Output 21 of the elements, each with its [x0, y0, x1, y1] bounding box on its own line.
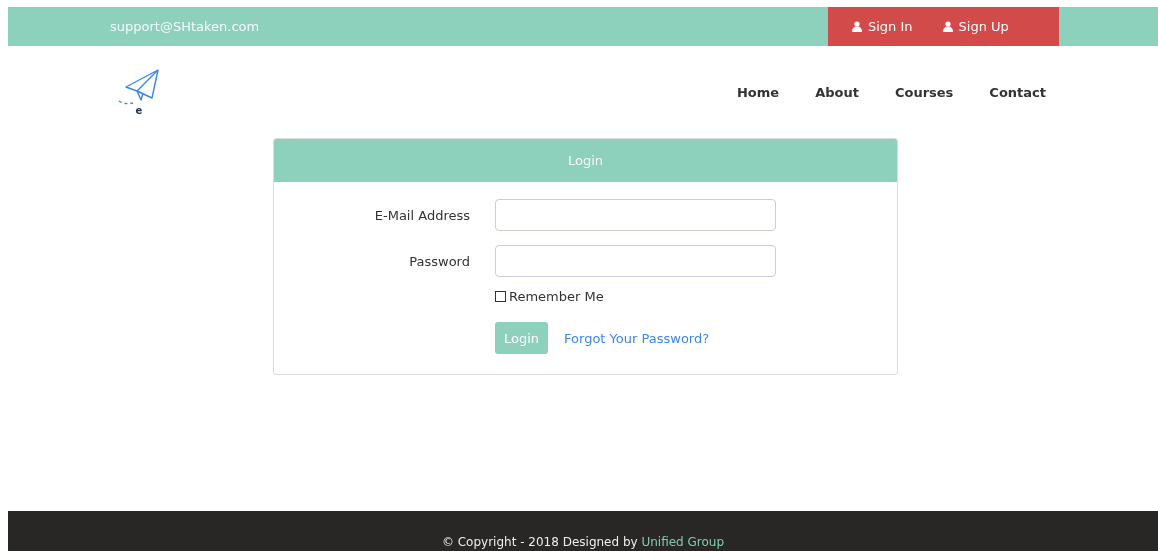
nav-link[interactable]: Contact	[989, 84, 1046, 100]
forgot-password-link[interactable]: Forgot Your Password?	[564, 330, 710, 346]
user-icon	[942, 21, 953, 32]
paper-plane-icon	[117, 68, 161, 107]
input-field[interactable]	[495, 245, 776, 277]
nav-link[interactable]: Courses	[894, 84, 954, 100]
field-label: Password	[408, 253, 470, 269]
checkbox[interactable]	[495, 291, 506, 302]
logo-letter: e	[135, 104, 143, 116]
field-label: E-Mail Address	[373, 207, 470, 223]
user-icon	[852, 21, 862, 32]
card-header: Login	[274, 139, 897, 182]
input-field[interactable]	[495, 199, 776, 231]
nav-link[interactable]: Home	[736, 84, 780, 100]
nav-link[interactable]: About	[815, 84, 859, 100]
auth-button[interactable]: Sign In	[852, 19, 913, 34]
auth-button[interactable]: Sign Up	[942, 19, 1009, 34]
support-email: support@SHtaken.com	[110, 19, 261, 34]
copyright-text: © Copyright - 2018 Designed by Unified Group	[441, 535, 725, 549]
remember-checkbox[interactable]: Remember Me	[495, 289, 604, 304]
designer-link[interactable]: Unified Group	[641, 535, 725, 549]
